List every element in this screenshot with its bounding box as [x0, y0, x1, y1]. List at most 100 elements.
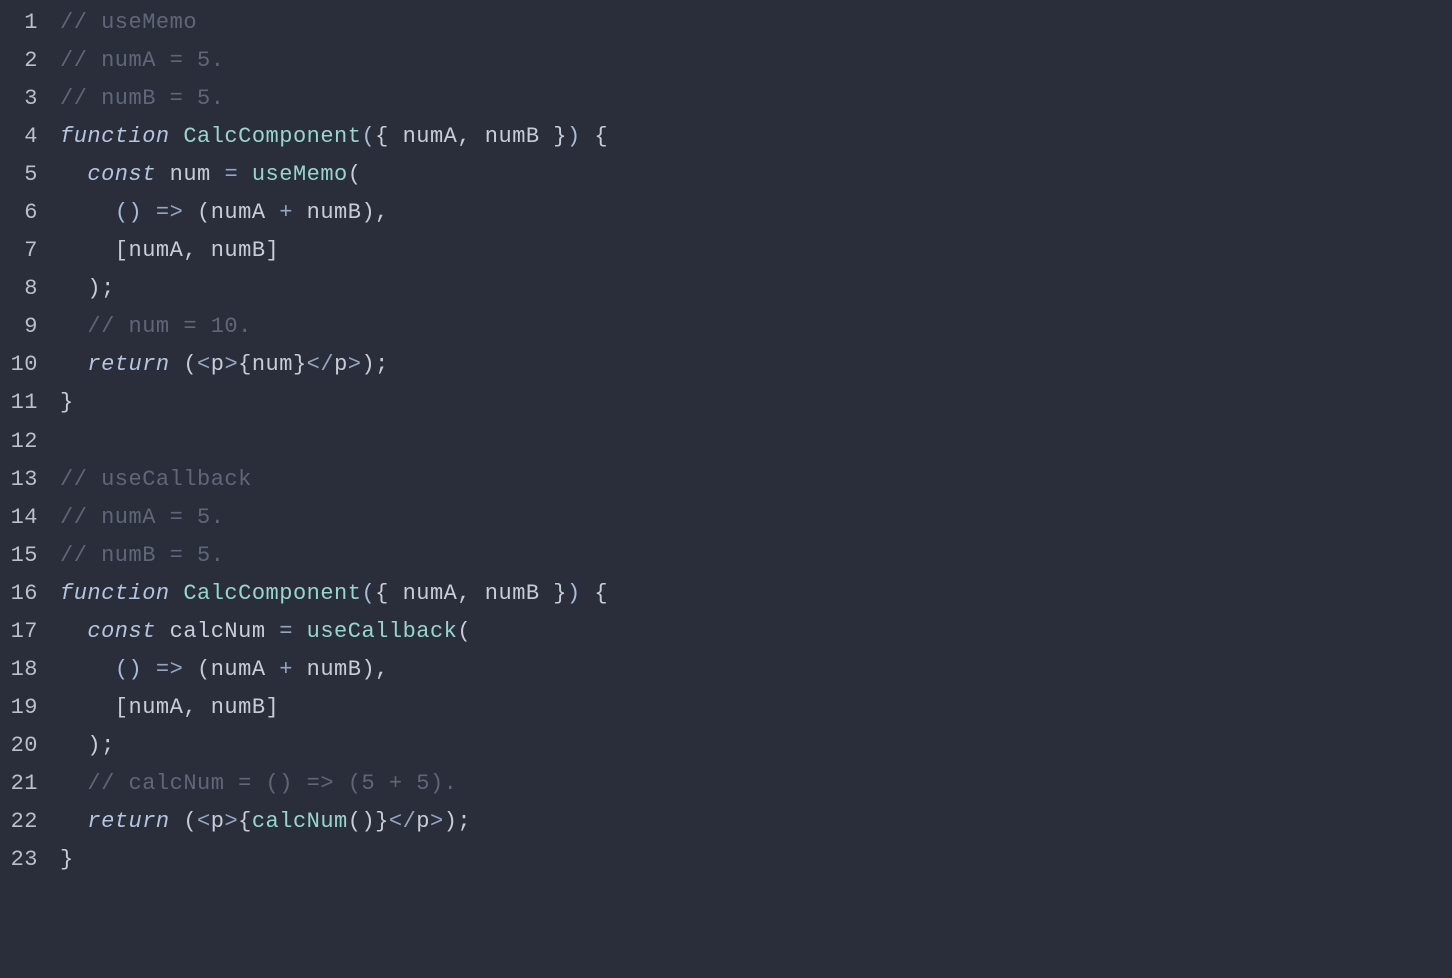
token-paren: (: [361, 124, 375, 149]
code-line[interactable]: () => (numA + numB),: [60, 194, 1452, 232]
line-number: 19: [0, 689, 44, 727]
code-line[interactable]: // calcNum = () => (5 + 5).: [60, 765, 1452, 803]
token-default: numB),: [293, 200, 389, 225]
code-line[interactable]: // useMemo: [60, 4, 1452, 42]
token-default: numB),: [293, 657, 389, 682]
token-comment: // numB = 5.: [60, 543, 224, 568]
line-number: 3: [0, 80, 44, 118]
code-line[interactable]: return (<p>{calcNum()}</p>);: [60, 803, 1452, 841]
token-default: [60, 657, 115, 682]
token-op: =: [224, 162, 238, 187]
line-number: 20: [0, 727, 44, 765]
code-line[interactable]: const num = useMemo(: [60, 156, 1452, 194]
code-line[interactable]: ​: [60, 423, 1452, 461]
token-default: [60, 314, 87, 339]
token-default: [142, 200, 156, 225]
token-default: [60, 619, 87, 644]
code-line[interactable]: [numA, numB]: [60, 689, 1452, 727]
line-number: 7: [0, 232, 44, 270]
code-line[interactable]: [numA, numB]: [60, 232, 1452, 270]
code-line[interactable]: // numB = 5.: [60, 537, 1452, 575]
token-default: }: [60, 847, 74, 872]
token-default: {: [581, 581, 608, 606]
token-default: (: [170, 809, 197, 834]
line-number: 5: [0, 156, 44, 194]
token-default: }: [60, 390, 74, 415]
token-default: [293, 619, 307, 644]
token-comment: // useCallback: [60, 467, 252, 492]
token-comment: // useMemo: [60, 10, 197, 35]
line-number: 15: [0, 537, 44, 575]
code-content[interactable]: // useMemo // numA = 5. // numB = 5. functi…: [44, 4, 1452, 879]
token-default: { numA, numB }: [375, 124, 567, 149]
code-editor[interactable]: 1234567891011121314151617181920212223 //…: [0, 4, 1452, 879]
line-number: 17: [0, 613, 44, 651]
line-number: 21: [0, 765, 44, 803]
token-comment: // num = 10.: [87, 314, 251, 339]
code-line[interactable]: return (<p>{num}</p>);: [60, 346, 1452, 384]
code-line[interactable]: // numA = 5.: [60, 42, 1452, 80]
token-op: >: [348, 352, 362, 377]
token-keyword: function: [60, 124, 170, 149]
token-default: [60, 200, 115, 225]
token-op: >: [224, 352, 238, 377]
token-keyword: return: [87, 352, 169, 377]
token-default: {num}: [238, 352, 307, 377]
line-number: 14: [0, 499, 44, 537]
code-line[interactable]: // numB = 5.: [60, 80, 1452, 118]
token-default: p: [211, 352, 225, 377]
token-op: =: [279, 619, 293, 644]
token-op: =>: [156, 657, 183, 682]
code-line[interactable]: );: [60, 727, 1452, 765]
token-comment: // numA = 5.: [60, 48, 224, 73]
line-number: 16: [0, 575, 44, 613]
token-keyword: return: [87, 809, 169, 834]
line-number: 18: [0, 651, 44, 689]
token-fnname: useMemo: [252, 162, 348, 187]
token-default: [60, 771, 87, 796]
token-op: +: [279, 657, 293, 682]
token-default: );: [60, 276, 115, 301]
token-paren: ): [567, 124, 581, 149]
code-line[interactable]: () => (numA + numB),: [60, 651, 1452, 689]
token-op: >: [224, 809, 238, 834]
token-fnname: CalcComponent: [183, 124, 361, 149]
token-paren: (): [115, 657, 142, 682]
line-number: 1: [0, 4, 44, 42]
token-op: <: [197, 352, 211, 377]
token-default: [60, 352, 87, 377]
token-default: (: [457, 619, 471, 644]
token-op: <: [197, 809, 211, 834]
token-default: [238, 162, 252, 187]
token-default: );: [444, 809, 471, 834]
code-line[interactable]: );: [60, 270, 1452, 308]
token-default: );: [361, 352, 388, 377]
token-comment: // numB = 5.: [60, 86, 224, 111]
line-number: 23: [0, 841, 44, 879]
token-default: (numA: [183, 657, 279, 682]
token-default: [60, 809, 87, 834]
token-default: [numA, numB]: [60, 695, 279, 720]
token-default: (: [170, 352, 197, 377]
token-fnname: useCallback: [307, 619, 458, 644]
token-default: p: [416, 809, 430, 834]
code-line[interactable]: // useCallback: [60, 461, 1452, 499]
token-paren: (: [361, 581, 375, 606]
token-paren: (): [115, 200, 142, 225]
token-op: +: [279, 200, 293, 225]
code-line[interactable]: // num = 10.: [60, 308, 1452, 346]
line-number: 13: [0, 461, 44, 499]
token-fnname: calcNum: [252, 809, 348, 834]
code-line[interactable]: // numA = 5.: [60, 499, 1452, 537]
code-line[interactable]: const calcNum = useCallback(: [60, 613, 1452, 651]
token-keyword: const: [87, 619, 156, 644]
code-line[interactable]: function CalcComponent({ numA, numB }) {: [60, 118, 1452, 156]
token-default: ()}: [348, 809, 389, 834]
code-line[interactable]: }: [60, 841, 1452, 879]
token-comment: // calcNum = () => (5 + 5).: [87, 771, 457, 796]
code-line[interactable]: function CalcComponent({ numA, numB }) {: [60, 575, 1452, 613]
token-default: [170, 124, 184, 149]
token-fnname: CalcComponent: [183, 581, 361, 606]
token-paren: ): [567, 581, 581, 606]
code-line[interactable]: }: [60, 384, 1452, 422]
